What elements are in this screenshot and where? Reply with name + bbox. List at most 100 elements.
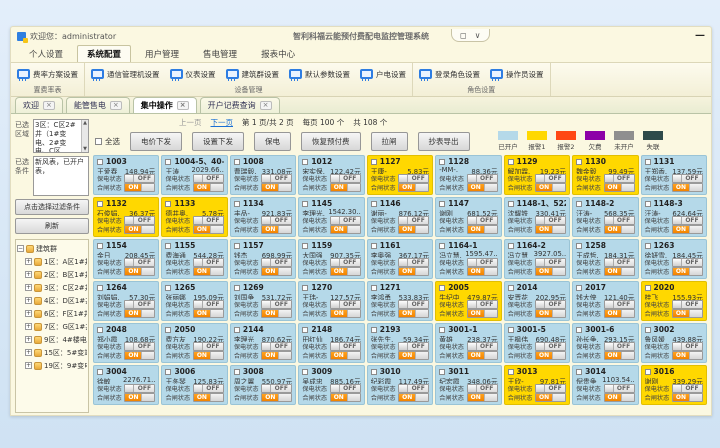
card-checkbox[interactable]: [508, 201, 514, 207]
guard-toggle[interactable]: OFF: [261, 342, 292, 351]
gate-toggle[interactable]: ON: [398, 225, 429, 234]
gate-toggle[interactable]: ON: [330, 183, 361, 192]
expand-icon[interactable]: +: [25, 310, 32, 317]
tool-button-0[interactable]: 电价下发: [130, 132, 182, 151]
card-checkbox[interactable]: [508, 285, 514, 291]
gate-toggle[interactable]: ON: [261, 267, 292, 276]
close-icon[interactable]: ×: [177, 101, 189, 110]
card-checkbox[interactable]: [165, 285, 171, 291]
guard-toggle[interactable]: OFF: [467, 258, 498, 267]
meter-card[interactable]: 1008曹瑞毅.331.08元保电状态OFF合闸状态ON: [230, 155, 296, 195]
guard-toggle[interactable]: OFF: [261, 216, 292, 225]
gate-toggle[interactable]: ON: [467, 183, 498, 192]
tab-3[interactable]: 开户记费查询×: [200, 97, 280, 113]
meter-card[interactable]: 2148田红仙186.74元保电状态OFF合闸状态ON: [298, 323, 364, 363]
meter-card[interactable]: 2017钱大侠121.40元保电状态OFF合闸状态ON: [572, 281, 638, 321]
ribbon-button-1-2[interactable]: 建筑群设置: [226, 69, 280, 80]
meter-card[interactable]: 1157钱杰698.99元保电状态OFF合闸状态ON: [230, 239, 296, 279]
tool-button-2[interactable]: 保电: [254, 132, 291, 151]
meter-card[interactable]: 1269刘国争531.72元保电状态OFF合闸状态ON: [230, 281, 296, 321]
guard-toggle[interactable]: OFF: [467, 174, 498, 183]
card-checkbox[interactable]: [97, 369, 103, 375]
guard-toggle[interactable]: OFF: [604, 258, 635, 267]
tab-1[interactable]: 能管售电×: [66, 97, 130, 113]
card-checkbox[interactable]: [234, 327, 240, 333]
guard-toggle[interactable]: OFF: [535, 342, 566, 351]
guard-toggle[interactable]: OFF: [672, 258, 703, 267]
card-checkbox[interactable]: [645, 327, 651, 333]
card-checkbox[interactable]: [576, 159, 582, 165]
tree-item-3[interactable]: +4区：D区1#井（D区1: [17, 294, 87, 307]
gate-toggle[interactable]: ON: [193, 183, 224, 192]
meter-card[interactable]: 1258王成哲.184.31元保电状态OFF合闸状态ON: [572, 239, 638, 279]
card-checkbox[interactable]: [439, 285, 445, 291]
guard-toggle[interactable]: OFF: [398, 258, 429, 267]
listbox-scrollbar[interactable]: ▲ ▼: [81, 120, 88, 152]
gate-toggle[interactable]: ON: [535, 183, 566, 192]
card-checkbox[interactable]: [508, 327, 514, 333]
card-checkbox[interactable]: [234, 369, 240, 375]
guard-toggle[interactable]: OFF: [604, 216, 635, 225]
guard-toggle[interactable]: OFF: [604, 342, 635, 351]
gate-toggle[interactable]: ON: [467, 225, 498, 234]
card-checkbox[interactable]: [645, 285, 651, 291]
gate-toggle[interactable]: ON: [124, 225, 155, 234]
guard-toggle[interactable]: OFF: [261, 384, 292, 393]
card-checkbox[interactable]: [576, 369, 582, 375]
guard-toggle[interactable]: OFF: [535, 216, 566, 225]
tree-item-2[interactable]: +3区：C区2#井（1#变: [17, 281, 87, 294]
meter-card[interactable]: 1146谢丽-876.12元保电状态OFF合闸状态ON: [367, 197, 433, 237]
gate-toggle[interactable]: ON: [604, 183, 635, 192]
card-checkbox[interactable]: [371, 369, 377, 375]
meter-card[interactable]: 1134丰品-921.83元保电状态OFF合闸状态ON: [230, 197, 296, 237]
meter-card[interactable]: 1127王康-5.83元保电状态OFF合闸状态ON: [367, 155, 433, 195]
gate-toggle[interactable]: ON: [467, 267, 498, 276]
gate-toggle[interactable]: ON: [330, 225, 361, 234]
guard-toggle[interactable]: OFF: [124, 174, 155, 183]
gate-toggle[interactable]: ON: [330, 393, 361, 402]
gate-toggle[interactable]: ON: [604, 309, 635, 318]
card-checkbox[interactable]: [645, 159, 651, 165]
expand-icon[interactable]: +: [25, 258, 32, 265]
card-checkbox[interactable]: [576, 285, 582, 291]
gate-toggle[interactable]: ON: [398, 393, 429, 402]
meter-card[interactable]: 1148-1、522沈耀铁330.41元保电状态OFF合闸状态ON: [504, 197, 570, 237]
card-checkbox[interactable]: [439, 201, 445, 207]
card-checkbox[interactable]: [234, 243, 240, 249]
meter-card[interactable]: 1271李鸿勇533.83元保电状态OFF合闸状态ON: [367, 281, 433, 321]
menu-item-3[interactable]: 售电管理: [193, 45, 247, 62]
guard-toggle[interactable]: OFF: [330, 300, 361, 309]
guard-toggle[interactable]: OFF: [467, 300, 498, 309]
meter-card[interactable]: 1131王郑香.137.59元保电状态OFF合闸状态ON: [641, 155, 707, 195]
gate-toggle[interactable]: ON: [604, 351, 635, 360]
guard-toggle[interactable]: OFF: [398, 384, 429, 393]
guard-toggle[interactable]: OFF: [604, 174, 635, 183]
meter-card[interactable]: 1147谢刚681.52元保电状态OFF合闸状态ON: [435, 197, 501, 237]
gate-toggle[interactable]: ON: [672, 267, 703, 276]
refresh-button[interactable]: 刷新: [15, 218, 89, 234]
gate-toggle[interactable]: ON: [467, 393, 498, 402]
tree-item-5[interactable]: +7区：G区1#井: [17, 320, 87, 333]
meter-card[interactable]: 2020桂飞155.93元保电状态OFF合闸状态ON: [641, 281, 707, 321]
card-checkbox[interactable]: [371, 201, 377, 207]
guard-toggle[interactable]: OFF: [330, 342, 361, 351]
guard-toggle[interactable]: OFF: [193, 384, 224, 393]
gate-toggle[interactable]: ON: [261, 351, 292, 360]
guard-toggle[interactable]: OFF: [672, 174, 703, 183]
meter-card[interactable]: 3009吴成忠885.16元保电状态OFF合闸状态ON: [298, 365, 364, 405]
gate-toggle[interactable]: ON: [330, 267, 361, 276]
card-checkbox[interactable]: [97, 327, 103, 333]
guard-toggle[interactable]: OFF: [535, 384, 566, 393]
gate-toggle[interactable]: ON: [604, 267, 635, 276]
gate-toggle[interactable]: ON: [261, 393, 292, 402]
card-checkbox[interactable]: [165, 201, 171, 207]
expand-icon[interactable]: +: [25, 323, 32, 330]
gate-toggle[interactable]: ON: [330, 309, 361, 318]
gate-toggle[interactable]: ON: [672, 393, 703, 402]
guard-toggle[interactable]: OFF: [124, 216, 155, 225]
guard-toggle[interactable]: OFF: [124, 384, 155, 393]
guard-toggle[interactable]: OFF: [261, 258, 292, 267]
guard-toggle[interactable]: OFF: [193, 174, 224, 183]
card-checkbox[interactable]: [234, 159, 240, 165]
filter-select-button[interactable]: 点击选择过滤条件: [15, 199, 89, 215]
